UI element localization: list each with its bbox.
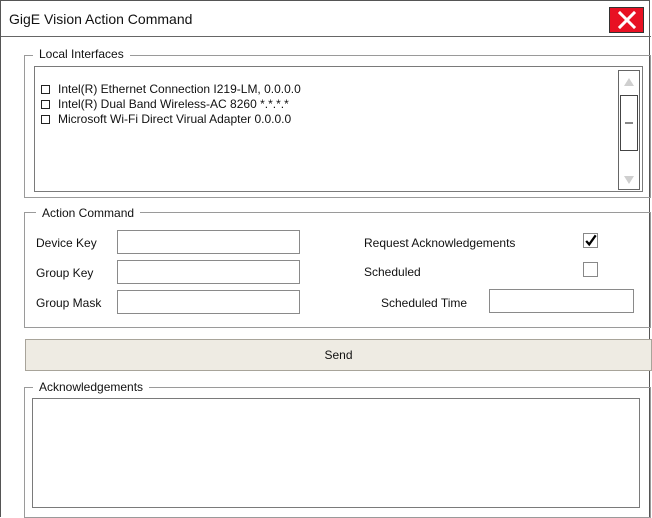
interface-label: Intel(R) Dual Band Wireless-AC 8260 *.*.… — [58, 97, 289, 111]
scheduled-time-label: Scheduled Time — [381, 296, 468, 310]
list-item[interactable]: Intel(R) Dual Band Wireless-AC 8260 *.*.… — [41, 96, 289, 112]
group-mask-label: Group Mask — [36, 296, 102, 310]
title-bar: GigE Vision Action Command — [1, 1, 651, 37]
list-item[interactable]: Microsoft Wi-Fi Direct Virual Adapter 0.… — [41, 111, 291, 127]
interface-label: Intel(R) Ethernet Connection I219-LM, 0.… — [58, 82, 301, 96]
group-key-input[interactable] — [117, 260, 300, 284]
scheduled-checkbox[interactable] — [583, 262, 598, 277]
close-button[interactable] — [609, 7, 644, 33]
group-key-label: Group Key — [36, 266, 94, 280]
action-command-window: GigE Vision Action Command Local Interfa… — [0, 0, 652, 518]
list-item[interactable]: Intel(R) Ethernet Connection I219-LM, 0.… — [41, 81, 301, 97]
checkmark-icon — [585, 234, 597, 247]
window-title: GigE Vision Action Command — [9, 11, 193, 27]
grip-icon — [625, 122, 633, 124]
group-mask-input[interactable] — [117, 290, 300, 314]
scrollbar-thumb[interactable] — [620, 95, 638, 151]
send-button[interactable]: Send — [25, 339, 652, 371]
interfaces-list[interactable]: Intel(R) Ethernet Connection I219-LM, 0.… — [34, 66, 643, 192]
device-key-input[interactable] — [117, 230, 300, 254]
scroll-up-icon[interactable] — [623, 77, 635, 87]
interface-checkbox[interactable] — [41, 84, 50, 94]
interface-checkbox[interactable] — [41, 114, 50, 124]
close-icon — [617, 10, 636, 30]
acknowledgements-list[interactable] — [32, 398, 640, 508]
request-ack-checkbox[interactable] — [583, 233, 598, 248]
request-ack-label: Request Acknowledgements — [364, 236, 516, 250]
interface-label: Microsoft Wi-Fi Direct Virual Adapter 0.… — [58, 112, 292, 126]
acknowledgements-legend: Acknowledgements — [33, 380, 150, 394]
scroll-down-icon[interactable] — [623, 175, 635, 185]
scheduled-label: Scheduled — [364, 265, 421, 279]
scheduled-time-input[interactable] — [489, 289, 634, 313]
action-command-legend: Action Command — [36, 206, 141, 220]
device-key-label: Device Key — [36, 236, 97, 250]
local-interfaces-legend: Local Interfaces — [33, 47, 130, 61]
interface-checkbox[interactable] — [41, 99, 50, 109]
interfaces-scrollbar[interactable] — [618, 70, 640, 190]
